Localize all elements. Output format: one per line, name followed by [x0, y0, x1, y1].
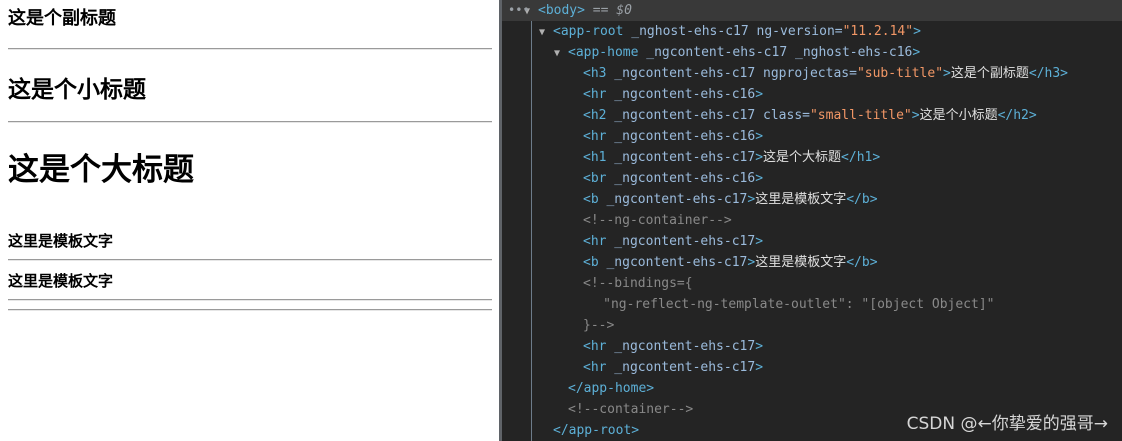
- token-cmt: }-->: [583, 318, 615, 333]
- dom-node-line[interactable]: <hr _ngcontent-ehs-c17>: [502, 231, 1122, 252]
- token-attr: _ngcontent-ehs-c17: [606, 150, 756, 165]
- token-tag: <hr: [583, 360, 607, 375]
- dom-node-line[interactable]: ▼ <app-root _nghost-ehs-c17 ng-version="1…: [502, 21, 1122, 42]
- token-cmt: <!--container-->: [568, 402, 694, 417]
- token-tag: </b>: [846, 192, 878, 207]
- token-tag: >: [943, 66, 951, 81]
- dom-node-line[interactable]: <!--ng-container-->: [502, 210, 1122, 231]
- devtools-elements-panel: ••• ▼ <body> == $0 ▼ <app-root _nghost-ehs-c…: [502, 0, 1122, 441]
- token-val: "11.2.14": [842, 24, 914, 39]
- rendered-page: 这是个副标题 这是个小标题 这是个大标题 这里是模板文字 这里是模板文字: [0, 0, 500, 441]
- token-attr: _ngcontent-ehs-c17: [606, 360, 756, 375]
- dom-node-line[interactable]: <h2 _ngcontent-ehs-c17 class="small-titl…: [502, 105, 1122, 126]
- token-tag: >: [755, 87, 764, 102]
- dom-node-line[interactable]: <h1 _ngcontent-ehs-c17>这是个大标题</h1>: [502, 147, 1122, 168]
- expand-triangle-icon[interactable]: ▼: [554, 43, 568, 64]
- token-txt: 这是个大标题: [763, 150, 842, 165]
- token-cmt: <!--ng-container-->: [583, 213, 732, 228]
- token-tag: >: [755, 171, 764, 186]
- dom-node-line[interactable]: <br _ngcontent-ehs-c16>: [502, 168, 1122, 189]
- horizontal-rule: [8, 259, 492, 261]
- token-tag: <b: [583, 255, 599, 270]
- dom-node-line[interactable]: <b _ngcontent-ehs-c17>这里是模板文字</b>: [502, 189, 1122, 210]
- more-options-icon[interactable]: •••: [508, 0, 530, 21]
- token-tag: >: [755, 150, 764, 165]
- dom-node-line[interactable]: }-->: [502, 315, 1122, 336]
- token-val: "small-title": [809, 108, 912, 123]
- token-cmt: "ng-reflect-ng-template-outlet": "[objec…: [587, 297, 995, 312]
- token-attr: _nghost-ehs-c17 ng-version=: [623, 24, 843, 39]
- token-tag: <h3: [583, 66, 607, 81]
- dom-node-line[interactable]: <hr _ngcontent-ehs-c17>: [502, 357, 1122, 378]
- token-txt: 这里是模板文字: [755, 192, 847, 207]
- token-tag: >: [913, 24, 921, 39]
- token-attr: _ngcontent-ehs-c16: [606, 171, 756, 186]
- token-tag: <h2: [583, 108, 607, 123]
- watermark: CSDN @←你挚爱的强哥→: [906, 414, 1108, 434]
- big-title-heading: 这是个大标题: [8, 152, 194, 188]
- dom-node-line[interactable]: "ng-reflect-ng-template-outlet": "[objec…: [502, 294, 1122, 315]
- dom-node-line[interactable]: <hr _ngcontent-ehs-c16>: [502, 126, 1122, 147]
- dom-node-line[interactable]: <hr _ngcontent-ehs-c16>: [502, 84, 1122, 105]
- token-tag: >: [755, 360, 764, 375]
- token-tag: >: [912, 45, 921, 60]
- horizontal-rule: [8, 299, 492, 301]
- token-tag: <body>: [538, 3, 585, 18]
- token-tag: >: [755, 339, 764, 354]
- token-attr: _ngcontent-ehs-c17: [598, 192, 748, 207]
- dom-node-line[interactable]: <b _ngcontent-ehs-c17>这里是模板文字</b>: [502, 252, 1122, 273]
- template-text: 这里是模板文字: [8, 232, 114, 250]
- dom-node-line[interactable]: ••• ▼ <body> == $0: [502, 0, 1122, 21]
- token-tag: >: [911, 108, 920, 123]
- token-tag: </h3>: [1028, 66, 1069, 81]
- token-tag: </app-root>: [553, 423, 640, 438]
- token-val: "sub-title": [856, 66, 944, 81]
- horizontal-rule: [8, 48, 492, 50]
- horizontal-rule: [8, 121, 492, 123]
- token-tag: <hr: [583, 87, 607, 102]
- token-txt: 这里是模板文字: [755, 255, 847, 270]
- token-tag: </h1>: [841, 150, 881, 165]
- token-tag: <hr: [583, 339, 607, 354]
- token-tag: <b: [583, 192, 599, 207]
- token-cmt: <!--bindings={: [583, 276, 693, 291]
- token-attr: _ngcontent-ehs-c17 ngprojectas=: [606, 66, 857, 81]
- token-txt: 这是个小标题: [919, 108, 998, 123]
- dom-node-line[interactable]: ▼ <app-home _ngcontent-ehs-c17 _nghost-eh…: [502, 42, 1122, 63]
- dom-node-line[interactable]: </app-home>: [502, 378, 1122, 399]
- token-txt: 这是个副标题: [950, 66, 1029, 81]
- expand-triangle-icon[interactable]: ▼: [539, 22, 553, 43]
- token-attr: _ngcontent-ehs-c17: [606, 234, 756, 249]
- token-tag: <hr: [583, 234, 607, 249]
- sub-title-heading: 这是个副标题: [8, 8, 116, 29]
- token-tag: <app-root: [553, 24, 624, 39]
- template-text: 这里是模板文字: [8, 272, 114, 290]
- token-attr: _ngcontent-ehs-c17: [606, 339, 756, 354]
- token-attr: _ngcontent-ehs-c16: [606, 87, 756, 102]
- token-attr: _ngcontent-ehs-c17 class=: [606, 108, 810, 123]
- dom-node-line[interactable]: <!--bindings={: [502, 273, 1122, 294]
- token-tag: </b>: [846, 255, 878, 270]
- token-attr: _ngcontent-ehs-c17: [598, 255, 748, 270]
- token-tag: >: [755, 234, 764, 249]
- token-attr: _ngcontent-ehs-c17 _nghost-ehs-c16: [638, 45, 913, 60]
- horizontal-rule: [8, 309, 492, 311]
- token-tag: <app-home: [568, 45, 639, 60]
- token-tag: <br: [583, 171, 607, 186]
- small-title-heading: 这是个小标题: [8, 77, 146, 103]
- dom-node-line[interactable]: <hr _ngcontent-ehs-c17>: [502, 336, 1122, 357]
- token-tag: <hr: [583, 129, 607, 144]
- token-tag: >: [755, 129, 764, 144]
- token-tag: </app-home>: [568, 381, 655, 396]
- token-tag: <h1: [583, 150, 607, 165]
- token-eq: == $0: [584, 3, 632, 18]
- dom-node-line[interactable]: <h3 _ngcontent-ehs-c17 ngprojectas="sub-…: [502, 63, 1122, 84]
- token-attr: _ngcontent-ehs-c16: [606, 129, 756, 144]
- token-tag: </h2>: [997, 108, 1037, 123]
